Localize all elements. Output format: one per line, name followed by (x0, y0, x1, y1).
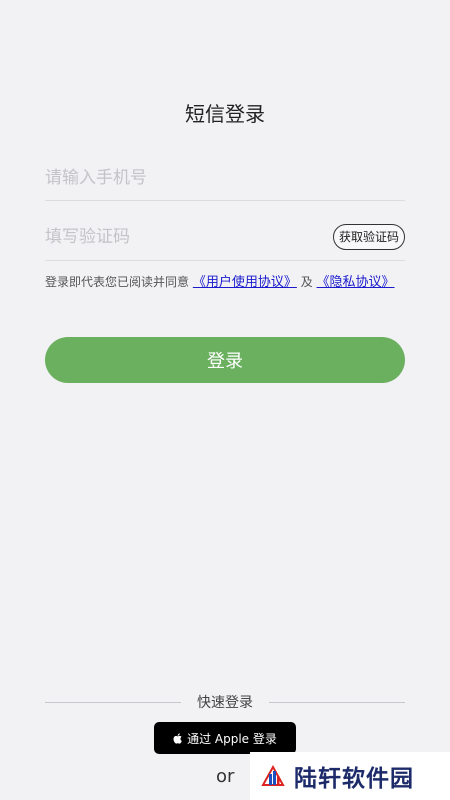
apple-login-button[interactable]: 通过 Apple 登录 (154, 722, 296, 754)
verification-code-input[interactable] (45, 222, 305, 252)
divider-left (45, 701, 181, 703)
page-title: 短信登录 (185, 102, 265, 126)
agreement-and: 及 (300, 275, 313, 289)
privacy-policy-link[interactable]: 《隐私协议》 (317, 275, 395, 290)
watermark-text: 陆轩软件园 (294, 766, 414, 792)
code-field: 获取验证码 (45, 222, 405, 261)
user-agreement-link[interactable]: 《用户使用协议》 (193, 275, 297, 290)
agreement-prefix: 登录即代表您已阅读并同意 (45, 275, 190, 289)
quick-login-divider: 快速登录 (45, 692, 405, 712)
get-code-button[interactable]: 获取验证码 (332, 224, 405, 250)
building-logo-icon (261, 764, 285, 786)
or-text: or (216, 766, 235, 787)
watermark: 陆轩软件园 (250, 752, 450, 800)
apple-login-label: 通过 Apple 登录 (187, 731, 277, 746)
login-button[interactable]: 登录 (45, 337, 405, 383)
quick-login-label: 快速登录 (197, 695, 253, 711)
apple-icon (173, 732, 182, 744)
divider-right (269, 701, 405, 703)
phone-input[interactable] (45, 163, 305, 193)
phone-field (45, 163, 405, 201)
agreement-text: 登录即代表您已阅读并同意 《用户使用协议》 及 《隐私协议》 (45, 272, 405, 293)
